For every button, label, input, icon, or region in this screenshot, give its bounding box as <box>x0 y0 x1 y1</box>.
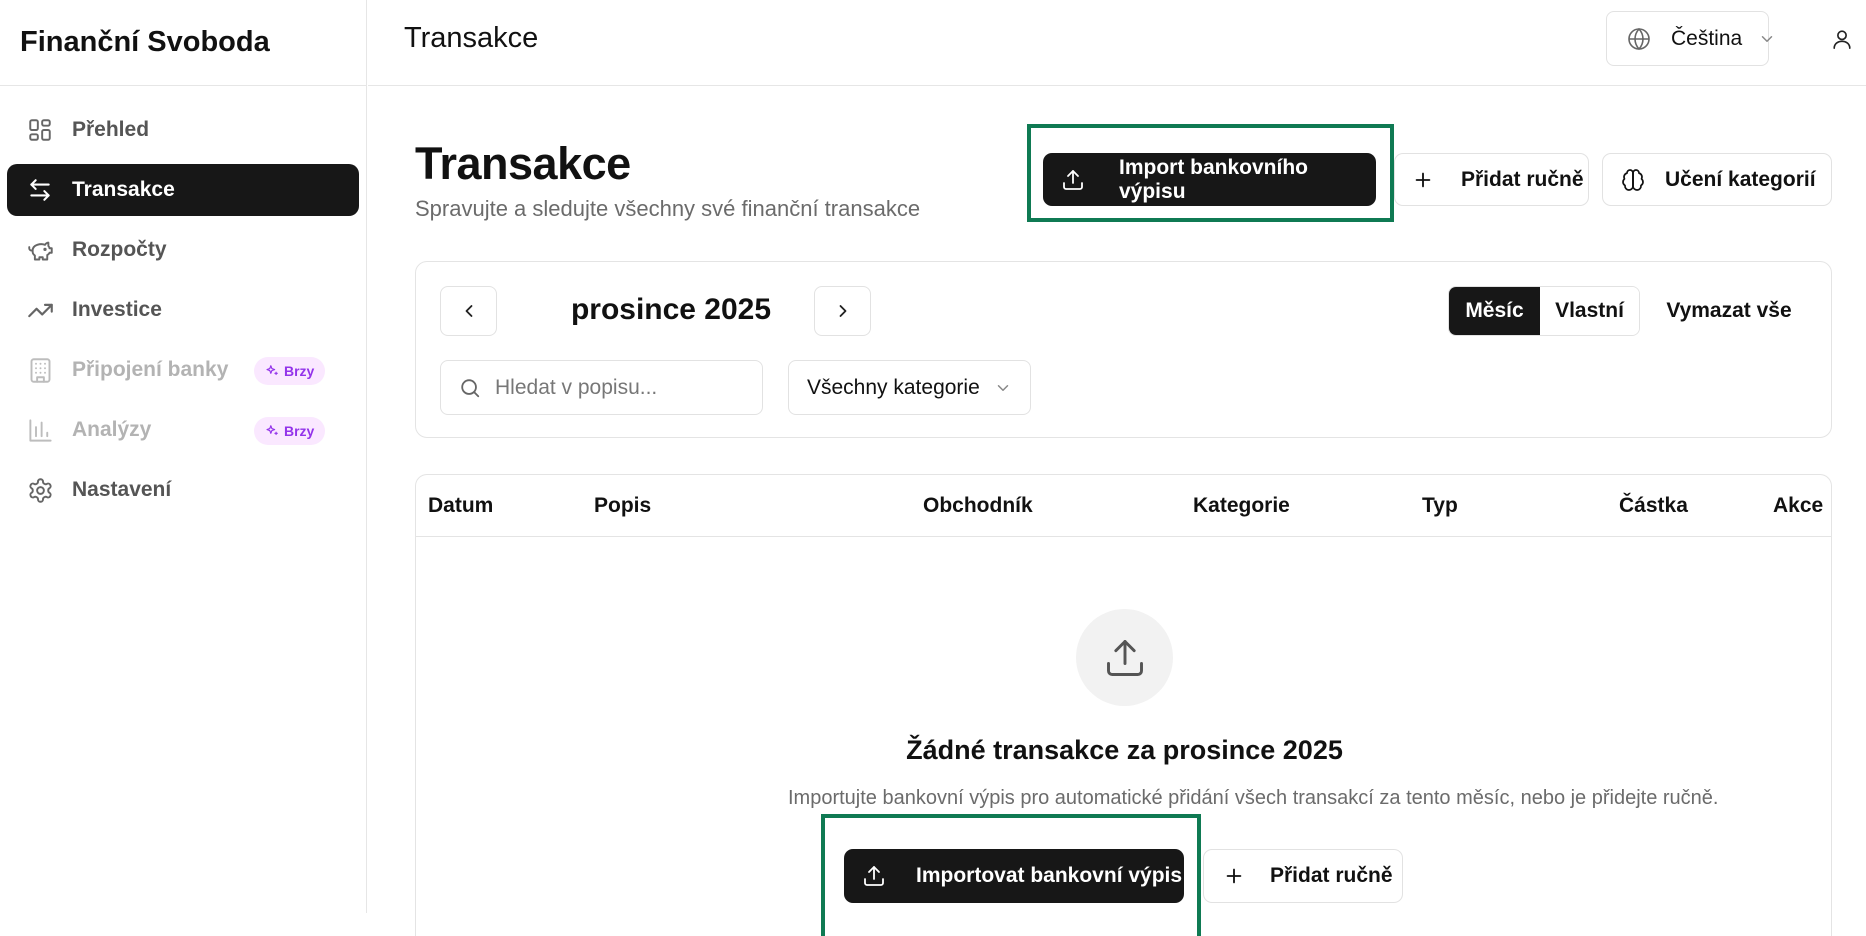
sidebar-item-label: Analýzy <box>72 418 152 441</box>
empty-state-title: Žádné transakce za prosince 2025 <box>906 735 1343 765</box>
piggy-bank-icon <box>26 236 54 264</box>
upload-icon <box>1061 168 1085 192</box>
upload-icon <box>1106 639 1143 676</box>
previous-month-button[interactable] <box>440 286 497 336</box>
sidebar-item-investice[interactable]: Investice <box>7 284 359 336</box>
current-month: prosince 2025 <box>570 293 772 326</box>
filter-panel: prosince 2025 Měsíc Vlastní Vymazat vše … <box>415 261 1832 438</box>
category-learning-button[interactable]: Učení kategorií <box>1602 153 1832 206</box>
globe-icon <box>1627 27 1651 51</box>
plus-icon <box>1222 865 1246 887</box>
sidebar-item-label: Rozpočty <box>72 238 167 261</box>
bar-chart-icon <box>26 416 54 444</box>
column-header-popis[interactable]: Popis <box>594 494 651 518</box>
import-statement-empty-button[interactable]: Importovat bankovní výpis <box>844 849 1184 903</box>
arrows-left-right-icon <box>26 176 54 204</box>
sidebar-item-prehled[interactable]: Přehled <box>7 104 359 156</box>
sidebar-nav: Přehled Transakce Rozpočty Investice Při… <box>0 86 366 516</box>
empty-state-icon-circle <box>1076 609 1173 706</box>
chevron-down-icon <box>1758 30 1776 48</box>
upload-icon <box>862 864 886 888</box>
sidebar: Finanční Svoboda Přehled Transakce Rozpo… <box>0 0 367 913</box>
sidebar-item-label: Přehled <box>72 118 150 141</box>
column-header-typ[interactable]: Typ <box>1422 494 1458 518</box>
chevron-down-icon <box>994 379 1012 397</box>
column-header-datum[interactable]: Datum <box>428 494 493 518</box>
search-field <box>440 360 763 415</box>
sparkles-icon <box>266 425 278 436</box>
coming-soon-badge: Brzy <box>254 417 326 445</box>
user-menu-button[interactable] <box>1828 24 1856 54</box>
sidebar-item-label: Transakce <box>72 178 175 201</box>
add-manually-label: Přidat ručně <box>1461 167 1584 191</box>
empty-state-description: Importujte bankovní výpis pro automatick… <box>788 787 1719 809</box>
user-icon <box>1833 30 1851 49</box>
chevron-right-icon <box>839 305 846 317</box>
import-statement-button[interactable]: Import bankovního výpisu <box>1043 153 1376 206</box>
period-month-button[interactable]: Měsíc <box>1449 287 1540 335</box>
table-header: Datum Popis Obchodník Kategorie Typ Část… <box>416 475 1831 537</box>
category-select-value: Všechny kategorie <box>807 375 980 399</box>
badge-label: Brzy <box>284 363 315 379</box>
add-manually-button[interactable]: Přidat ručně <box>1394 153 1589 206</box>
sidebar-item-label: Nastavení <box>72 478 172 501</box>
column-header-akce: Akce <box>1773 494 1824 517</box>
import-statement-label: Import bankovního výpisu <box>1119 155 1308 203</box>
category-select[interactable]: Všechny kategorie <box>788 360 1031 415</box>
topbar-title: Transakce <box>404 22 539 54</box>
next-month-button[interactable] <box>814 286 871 336</box>
brain-icon <box>1621 168 1645 192</box>
period-toggle: Měsíc Vlastní <box>1448 286 1640 336</box>
sidebar-item-nastaveni[interactable]: Nastavení <box>7 464 359 516</box>
add-manually-empty-button[interactable]: Přidat ručně <box>1203 849 1403 903</box>
sidebar-item-transakce[interactable]: Transakce <box>7 164 359 216</box>
period-custom-button[interactable]: Vlastní <box>1540 287 1639 335</box>
language-select[interactable]: Čeština <box>1606 11 1773 66</box>
column-header-obchodnik[interactable]: Obchodník <box>923 494 1033 518</box>
column-header-castka[interactable]: Částka <box>1619 494 1688 518</box>
sidebar-item-analyzy: Analýzy Brzy <box>7 404 359 456</box>
dashboard-icon <box>26 116 54 144</box>
search-input[interactable] <box>495 375 745 400</box>
sparkles-icon <box>266 365 278 376</box>
search-icon <box>461 378 480 397</box>
chevron-left-icon <box>465 305 472 317</box>
topbar: Transakce Čeština <box>368 0 1866 86</box>
add-manually-empty-label: Přidat ručně <box>1270 864 1393 887</box>
column-header-kategorie[interactable]: Kategorie <box>1193 494 1290 518</box>
page-title: Transakce <box>415 138 631 189</box>
app-brand[interactable]: Finanční Svoboda <box>0 0 366 86</box>
plus-icon <box>1411 169 1435 191</box>
bank-building-icon <box>26 356 54 384</box>
import-statement-empty-label: Importovat bankovní výpis <box>916 864 1183 887</box>
coming-soon-badge: Brzy <box>254 357 326 385</box>
sidebar-item-pripojeni-banky: Připojení banky Brzy <box>7 344 359 396</box>
sidebar-item-rozpocty[interactable]: Rozpočty <box>7 224 359 276</box>
category-learning-label: Učení kategorií <box>1665 167 1816 191</box>
trending-up-icon <box>26 296 54 324</box>
sidebar-item-label: Připojení banky <box>72 358 229 381</box>
sidebar-item-label: Investice <box>72 298 162 321</box>
gear-icon <box>26 476 54 504</box>
page-subtitle: Spravujte a sledujte všechny své finančn… <box>415 196 921 221</box>
badge-label: Brzy <box>284 423 315 439</box>
clear-all-button[interactable]: Vymazat vše <box>1654 286 1804 336</box>
language-value: Čeština <box>1671 26 1743 50</box>
